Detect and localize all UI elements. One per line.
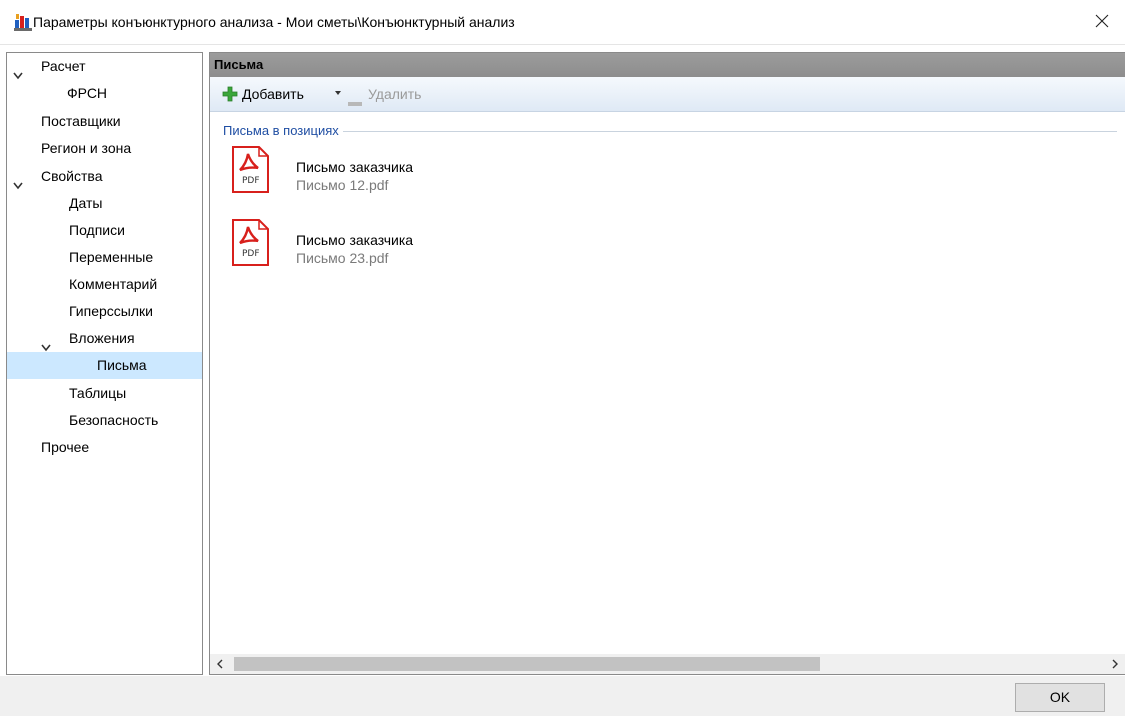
tree-item-attachments[interactable]: Вложения xyxy=(7,325,202,352)
delete-button-label: Удалить xyxy=(368,86,422,102)
close-button[interactable] xyxy=(1079,0,1125,44)
ok-button[interactable]: OK xyxy=(1015,683,1105,712)
tree-item-label: Даты xyxy=(69,195,103,211)
file-title: Письмо заказчика xyxy=(296,159,414,175)
tree-item-label: Безопасность xyxy=(69,412,159,428)
dropdown-arrow-icon[interactable] xyxy=(334,82,342,110)
tree-item-label: Регион и зона xyxy=(41,140,132,156)
pdf-label: PDF xyxy=(242,176,260,186)
file-title: Письмо заказчика xyxy=(296,232,414,248)
tree-item-frsn[interactable]: ФРСН xyxy=(7,80,202,107)
tree-item-label: ФРСН xyxy=(67,85,108,101)
app-icon xyxy=(14,13,32,31)
window-title: Параметры конъюнктурного анализа - Мои с… xyxy=(33,14,515,30)
tree-item-properties[interactable]: Свойства xyxy=(7,163,202,190)
tree-item-label: Переменные xyxy=(69,249,154,265)
letters-panel: Письма Добавить Удалить Письма в позиция… xyxy=(209,52,1125,675)
tree-item-region-zone[interactable]: Регион и зона xyxy=(7,135,202,162)
pdf-icon: PDF xyxy=(230,146,270,194)
tree-item-label: Расчет xyxy=(41,58,86,74)
group-divider xyxy=(223,131,1117,132)
tree-item-label: Поставщики xyxy=(41,113,121,129)
tree-item-tables[interactable]: Таблицы xyxy=(7,380,202,407)
tree-item-label: Подписи xyxy=(69,222,125,238)
chevron-down-icon[interactable] xyxy=(13,172,23,190)
scroll-left-icon[interactable] xyxy=(210,654,230,674)
scroll-right-icon[interactable] xyxy=(1105,654,1125,674)
tree-item-letters[interactable]: Письма xyxy=(7,352,202,379)
settings-tree: Расчет ФРСН Поставщики Регион и зона Сво… xyxy=(6,52,203,675)
tree-item-label: Гиперссылки xyxy=(69,303,153,319)
pdf-label: PDF xyxy=(242,249,260,259)
tree-item-comment[interactable]: Комментарий xyxy=(7,271,202,298)
tree-item-label: Свойства xyxy=(41,168,103,184)
tree-item-other[interactable]: Прочее xyxy=(7,434,202,461)
tree-item-dates[interactable]: Даты xyxy=(7,190,202,217)
tree-item-suppliers[interactable]: Поставщики xyxy=(7,108,202,135)
tree-item-label: Комментарий xyxy=(69,276,158,292)
tree-item-hyperlinks[interactable]: Гиперссылки xyxy=(7,298,202,325)
pdf-icon: PDF xyxy=(230,219,270,267)
file-name: Письмо 23.pdf xyxy=(296,250,389,266)
chevron-down-icon[interactable] xyxy=(13,62,23,80)
tree-item-label: Прочее xyxy=(41,439,90,455)
tree-item-variables[interactable]: Переменные xyxy=(7,244,202,271)
tree-item-signatures[interactable]: Подписи xyxy=(7,217,202,244)
tree-item-label: Таблицы xyxy=(69,385,127,401)
section-header: Письма xyxy=(210,53,1125,77)
tree-item-label: Вложения xyxy=(69,330,135,346)
close-icon xyxy=(1095,14,1109,31)
tree-item-security[interactable]: Безопасность xyxy=(7,407,202,434)
tree-item-raschet[interactable]: Расчет xyxy=(7,53,202,80)
add-button-label: Добавить xyxy=(242,86,304,102)
chevron-down-icon[interactable] xyxy=(41,334,51,352)
file-item[interactable]: PDF Письмо заказчика Письмо 23.pdf xyxy=(230,219,530,279)
minus-icon xyxy=(348,91,362,113)
group-label: Письма в позициях xyxy=(223,123,343,138)
tree-item-label: Письма xyxy=(97,357,147,373)
horizontal-scrollbar[interactable] xyxy=(210,654,1125,674)
dialog-footer xyxy=(0,676,1125,716)
scroll-thumb[interactable] xyxy=(234,657,820,671)
file-name: Письмо 12.pdf xyxy=(296,177,389,193)
toolbar: Добавить Удалить xyxy=(210,77,1125,112)
title-bar: Параметры конъюнктурного анализа - Мои с… xyxy=(0,0,1125,45)
plus-icon xyxy=(222,86,238,108)
file-item[interactable]: PDF Письмо заказчика Письмо 12.pdf xyxy=(230,146,530,206)
